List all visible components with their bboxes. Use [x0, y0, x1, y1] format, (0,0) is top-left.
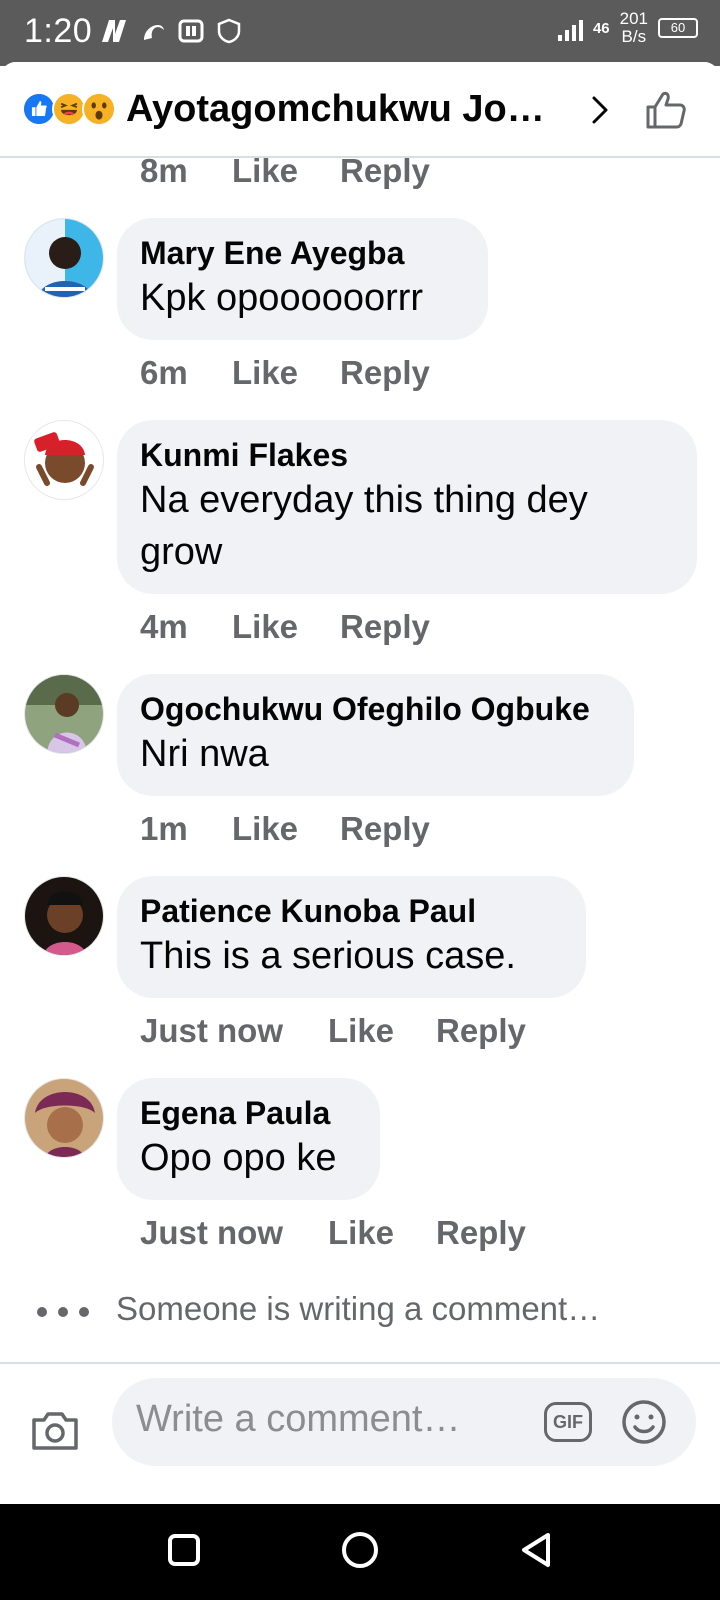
home-button[interactable]: [340, 1530, 380, 1570]
network-speed: 201 B/s: [620, 10, 648, 46]
emoji-icon[interactable]: [620, 1398, 668, 1446]
shield-icon: [217, 18, 241, 44]
typing-indicator-text: Someone is writing a comment…: [116, 1290, 601, 1327]
comment-meta-row: Just now Like Reply: [140, 1012, 600, 1052]
n-logo-icon: [102, 20, 126, 42]
recent-apps-button[interactable]: [164, 1530, 204, 1570]
comment-text: This is a serious case.: [140, 935, 516, 977]
comment-reply-button[interactable]: Reply: [340, 608, 430, 646]
battery-icon: 60: [658, 18, 698, 38]
back-button[interactable]: [516, 1530, 556, 1570]
signal-icon: [557, 15, 583, 41]
comment-reply-button[interactable]: Reply: [436, 1214, 526, 1252]
comment-time: Just now: [140, 1012, 284, 1049]
comments-header: Ayotagomchukwu Jo…: [0, 62, 720, 158]
comment-reply-button[interactable]: Reply: [436, 1012, 526, 1050]
comment-author[interactable]: Egena Paula: [140, 1094, 356, 1132]
avatar-ogochukwu[interactable]: [24, 674, 104, 754]
comment-like-button[interactable]: Like: [232, 810, 298, 848]
comment-like-button[interactable]: Like: [328, 1012, 394, 1050]
network-speed-value: 201: [619, 9, 648, 28]
like-reaction-icon: [22, 92, 56, 126]
comment-text: Kpk opoooooorrr: [140, 277, 424, 319]
comment-reply-button[interactable]: Reply: [340, 354, 430, 392]
comment-reply-button[interactable]: Reply: [340, 810, 430, 848]
network-type-badge: 46: [592, 19, 610, 37]
reactions-summary[interactable]: [22, 92, 122, 128]
comment-like-button[interactable]: Like: [232, 354, 298, 392]
comment-composer: Write a comment… GIF: [0, 1362, 720, 1504]
comment-author[interactable]: Mary Ene Ayegba: [140, 234, 464, 272]
comment-time: 8m: [140, 152, 188, 189]
comment-reply-button[interactable]: Reply: [340, 152, 430, 190]
comment-time: 1m: [140, 810, 188, 847]
comment-author[interactable]: Patience Kunoba Paul: [140, 892, 562, 930]
comment-time: 4m: [140, 608, 188, 645]
status-right-icons: 46 201 B/s 60: [557, 10, 698, 46]
comment-time: 6m: [140, 354, 188, 391]
status-notification-icons: [100, 18, 242, 44]
haha-reaction-icon: [52, 92, 86, 126]
camera-icon[interactable]: [30, 1408, 80, 1452]
comment-meta-row: 1m Like Reply: [140, 810, 540, 850]
network-speed-unit: B/s: [621, 27, 647, 46]
comment-like-button[interactable]: Like: [232, 152, 298, 190]
gif-button[interactable]: GIF: [544, 1402, 592, 1442]
typing-indicator: Someone is writing a comment…: [36, 1290, 696, 1334]
comment-time: Just now: [140, 1214, 284, 1251]
status-bar: 1:20 46 201 B/s 60: [0, 0, 720, 66]
comment-meta-row: Just now Like Reply: [140, 1214, 600, 1254]
avatar-kunmi[interactable]: [24, 420, 104, 500]
comment-input-placeholder: Write a comment…: [136, 1398, 461, 1440]
avatar-mary[interactable]: [24, 218, 104, 298]
typing-dots-icon: [37, 1307, 89, 1317]
post-author-title[interactable]: Ayotagomchukwu Jo…: [126, 88, 545, 131]
like-thumb-icon[interactable]: [644, 88, 688, 132]
comment-bubble[interactable]: Ogochukwu Ofeghilo Ogbuke Nri nwa: [117, 674, 634, 796]
comment-text: Opo opo ke: [140, 1137, 337, 1179]
comment-bubble[interactable]: Patience Kunoba Paul This is a serious c…: [117, 876, 586, 998]
comment-bubble[interactable]: Kunmi Flakes Na everyday this thing dey …: [117, 420, 697, 594]
comment-like-button[interactable]: Like: [328, 1214, 394, 1252]
comment-bubble[interactable]: Egena Paula Opo opo ke: [117, 1078, 380, 1200]
avatar-egena[interactable]: [24, 1078, 104, 1158]
swirl-app-icon: [144, 25, 164, 40]
comment-text: Nri nwa: [140, 733, 269, 775]
comment-meta-row: 8m Like Reply: [140, 152, 540, 192]
comments-sheet: Ayotagomchukwu Jo… 8m Like Reply Mary En…: [0, 62, 720, 1504]
p-app-icon: [178, 19, 204, 43]
system-navigation-bar: [0, 1504, 720, 1600]
comment-author[interactable]: Kunmi Flakes: [140, 436, 673, 474]
chevron-right-icon[interactable]: [582, 92, 618, 128]
comment-like-button[interactable]: Like: [232, 608, 298, 646]
avatar-patience[interactable]: [24, 876, 104, 956]
status-time: 1:20: [24, 12, 93, 50]
comment-meta-row: 6m Like Reply: [140, 354, 540, 394]
comment-input[interactable]: Write a comment… GIF: [112, 1378, 696, 1466]
comment-meta-row: 4m Like Reply: [140, 608, 540, 648]
wow-reaction-icon: [82, 92, 116, 126]
comment-bubble[interactable]: Mary Ene Ayegba Kpk opoooooorrr: [117, 218, 488, 340]
comment-text: Na everyday this thing dey grow: [140, 479, 588, 573]
comment-author[interactable]: Ogochukwu Ofeghilo Ogbuke: [140, 690, 610, 728]
